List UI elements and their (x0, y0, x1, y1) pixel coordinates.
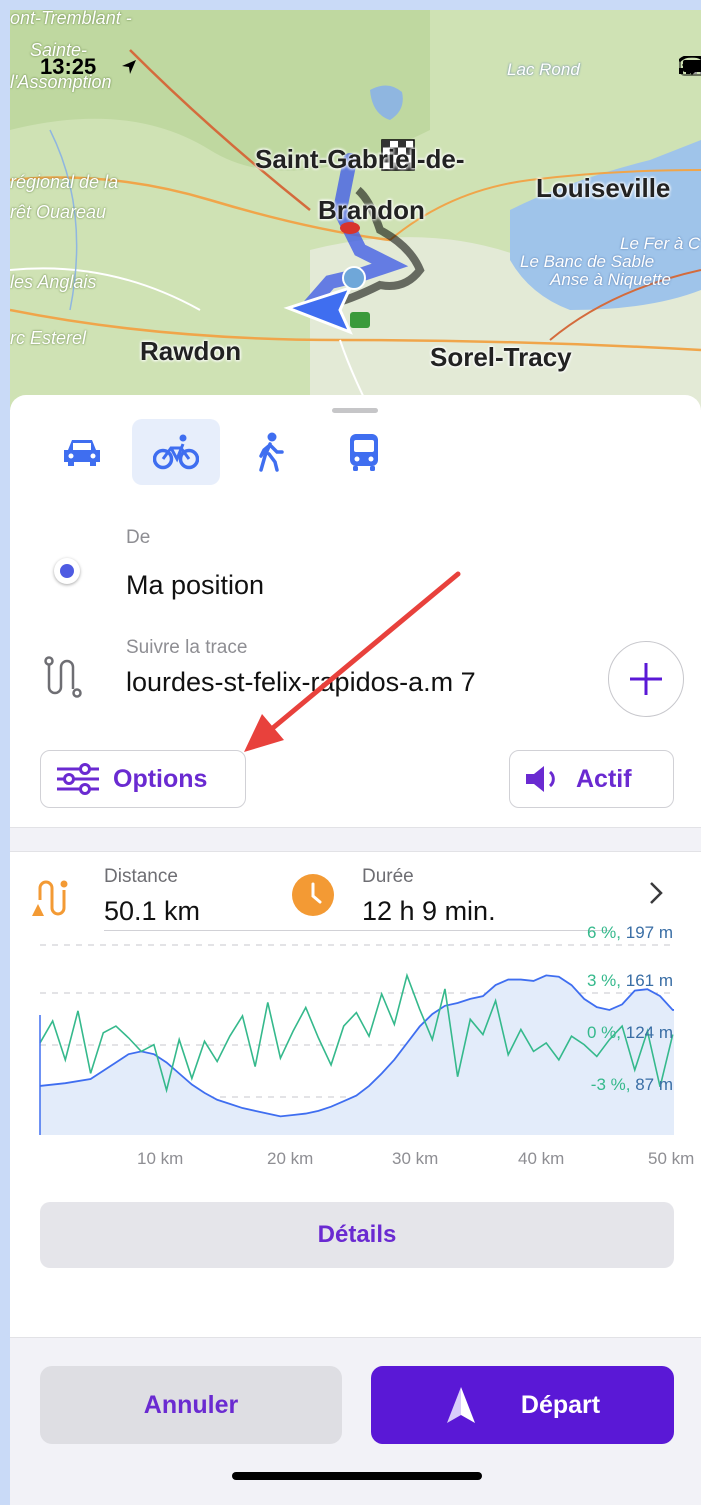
distance-icon (32, 880, 68, 916)
mode-car-button[interactable] (38, 419, 126, 485)
bus-icon (350, 434, 378, 471)
distance-label: Distance (104, 866, 178, 887)
phone-screen: ont-Tremblant - Sainte- l'Assomption Lac… (10, 10, 701, 1505)
summary-underline (104, 930, 610, 931)
elevation-chart[interactable]: 6 %, 197 m 3 %, 161 m 0 %, 124 m -3 %, 87 m… (10, 923, 701, 1195)
grade-value: 0 %, (587, 1023, 626, 1042)
x-tick-label: 30 km (392, 1149, 439, 1168)
track-label: Suivre la trace (126, 637, 248, 658)
plus-icon (630, 663, 662, 695)
details-button[interactable]: Détails (40, 1202, 674, 1268)
elevation-value: 87 m (635, 1075, 673, 1094)
add-waypoint-button[interactable] (608, 641, 684, 717)
bicycle-icon (153, 434, 199, 470)
sheet-grabber[interactable] (332, 408, 378, 413)
walk-icon (259, 432, 284, 472)
chevron-right-icon (650, 882, 663, 904)
elevation-area (40, 975, 674, 1135)
elevation-value: 197 m (625, 923, 673, 942)
map-label-fer: Le Fer à C (620, 234, 701, 253)
x-tick-label: 40 km (518, 1149, 565, 1168)
home-indicator (232, 1472, 482, 1480)
clock-icon (292, 874, 334, 916)
map-label-regional: régional de la (10, 172, 119, 192)
elevation-label-3: -3 %, 87 m (591, 1075, 673, 1095)
car-icon (64, 440, 100, 466)
start-button[interactable]: Départ (371, 1366, 674, 1444)
from-label: De (126, 527, 151, 548)
map-label-banc: Le Banc de Sable (520, 252, 655, 271)
map-label-brandon: Brandon (318, 195, 425, 225)
location-services-icon (122, 60, 136, 74)
options-button[interactable]: Options (40, 750, 246, 808)
map-label-rawdon: Rawdon (140, 336, 242, 366)
elevation-value: 124 m (625, 1023, 673, 1042)
x-tick-label: 10 km (137, 1149, 184, 1168)
track-field[interactable]: lourdes-st-felix-rapidos-a.m 7 (126, 667, 476, 698)
voice-guidance-label: Actif (576, 764, 632, 793)
from-field[interactable]: Ma position (126, 570, 264, 601)
transport-modes (38, 419, 414, 485)
track-route-icon (44, 656, 82, 698)
grade-value: -3 %, (590, 1075, 636, 1094)
sliders-icon (57, 763, 99, 795)
map-view[interactable]: ont-Tremblant - Sainte- l'Assomption Lac… (10, 10, 701, 410)
duration-value: 12 h 9 min. (362, 896, 496, 926)
duration-label: Durée (362, 866, 414, 887)
start-label: Départ (520, 1390, 601, 1419)
section-divider (10, 827, 701, 852)
grade-value: 3 %, (587, 971, 626, 990)
map-label-anse: Anse à Niquette (550, 270, 671, 289)
grade-value: 6 %, (587, 923, 626, 942)
mode-walk-button[interactable] (226, 419, 314, 485)
footer-bar: Annuler Départ (10, 1337, 701, 1505)
elevation-label-2: 0 %, 124 m (587, 1023, 673, 1043)
map-label-louiseville: Louiseville (536, 173, 671, 203)
status-time: 13:25 (40, 54, 97, 79)
speaker-icon (526, 766, 555, 792)
current-location-dot (54, 558, 80, 584)
map-label-sorel: Sorel-Tracy (430, 342, 572, 372)
navigation-arrow-icon (446, 1387, 475, 1423)
route-sheet: De Ma position Suivre la trace lourdes-s… (10, 395, 701, 1505)
map-label-ouareau: rêt Ouareau (10, 202, 107, 222)
voice-guidance-button[interactable]: Actif (509, 750, 674, 808)
elevation-label-1: 3 %, 161 m (587, 971, 673, 991)
elevation-label-0: 6 %, 197 m (587, 923, 673, 943)
map-label-saint-gabriel: Saint-Gabriel-de- (255, 144, 465, 174)
elevation-value: 161 m (625, 971, 673, 990)
map-label-anglais: les Anglais (10, 272, 97, 292)
map-label-esterel: rc Esterel (10, 328, 87, 348)
distance-value: 50.1 km (104, 896, 201, 926)
status-bar: 13:25 (10, 10, 701, 79)
mode-bicycle-button[interactable] (132, 419, 220, 485)
x-tick-label: 20 km (267, 1149, 314, 1168)
battery-icon (679, 56, 701, 76)
mode-bus-button[interactable] (320, 419, 408, 485)
x-tick-label: 50 km (648, 1149, 695, 1168)
options-label: Options (113, 764, 208, 793)
cancel-button[interactable]: Annuler (40, 1366, 342, 1444)
